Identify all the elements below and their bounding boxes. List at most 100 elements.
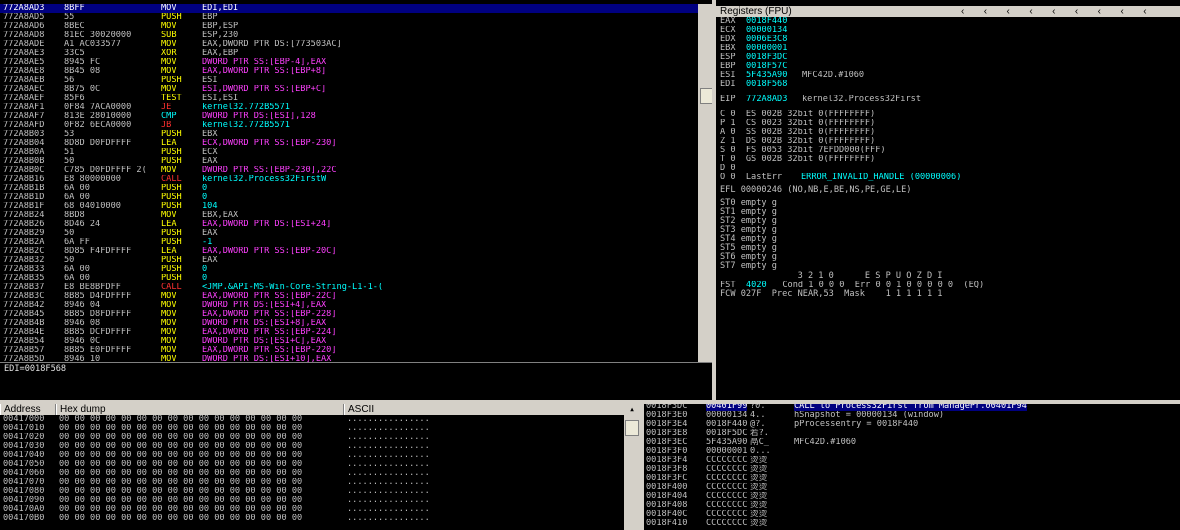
fcw-row[interactable]: FCW 027F Prec NEAR,53 Mask 1 1 1 1 1 1 xyxy=(720,290,1180,299)
disasm-row[interactable]: 772A8B2C 8D85 F4FDFFFF LEA EAX,DWORD PTR SS… xyxy=(0,247,698,256)
disasm-row[interactable]: 772A8AEB 56 PUSH ESI xyxy=(0,76,698,85)
disasm-row[interactable]: 772A8ADE A1 AC033577 MOV EAX,DWORD PTR DS:[… xyxy=(0,40,698,49)
dump-scroll-up-icon[interactable]: ▲ xyxy=(624,406,640,414)
flag-row[interactable]: T 0 GS 002B 32bit 0(FFFFFFFF) xyxy=(720,155,1180,164)
fpu-stack-row[interactable]: ST2 empty g xyxy=(720,217,1180,226)
disasm-row[interactable]: 772A8B04 8D8D D0FDFFFF LEA ECX,DWORD PTR SS… xyxy=(0,139,698,148)
disasm-row[interactable]: 772A8B3C 8B85 D4FDFFFF MOV EAX,DWORD PTR SS… xyxy=(0,292,698,301)
dump-row[interactable]: 00417030 00 00 00 00 00 00 00 00 00 00 00… xyxy=(0,442,624,451)
stack-row[interactable]: 0018F3E4 0018F440 @?. pProcessentry = 0018F… xyxy=(644,420,1180,429)
flag-row[interactable]: O 0 LastErr ERROR_INVALID_HANDLE (000000… xyxy=(720,173,1180,182)
disasm-row[interactable]: 772A8AD3 8BFF MOV EDI,EDI xyxy=(0,4,698,13)
disasm-row[interactable]: 772A8B16 E8 80000000 CALL kernel32.Process3… xyxy=(0,175,698,184)
disasm-row[interactable]: 772A8B29 50 PUSH EAX xyxy=(0,229,698,238)
dump-scrollbar[interactable]: ▲ xyxy=(624,404,640,530)
stack-row[interactable]: 0018F400 CCCCCCCC 烫烫 xyxy=(644,483,1180,492)
stack-row[interactable]: 0018F3FC CCCCCCCC 烫烫 xyxy=(644,474,1180,483)
stack-row[interactable]: 0018F40C CCCCCCCC 烫烫 xyxy=(644,510,1180,519)
disasm-row[interactable]: 772A8B1D 6A 00 PUSH 0 xyxy=(0,193,698,202)
flag-row[interactable]: S 0 FS 0053 32bit 7EFDD000(FFF) xyxy=(720,146,1180,155)
disasm-row[interactable]: 772A8AD5 55 PUSH EBP xyxy=(0,13,698,22)
disasm-row[interactable]: 772A8B2A 6A FF PUSH -1 xyxy=(0,238,698,247)
disasm-row[interactable]: 772A8B1F 68 04010000 PUSH 104 xyxy=(0,202,698,211)
register-row[interactable]: ESP 0018F3DC xyxy=(720,53,1180,62)
disasm-row[interactable]: 772A8B35 6A 00 PUSH 0 xyxy=(0,274,698,283)
disasm-row[interactable]: 772A8B57 8B85 E0FDFFFF MOV EAX,DWORD PTR SS… xyxy=(0,346,698,355)
disasm-row[interactable]: 772A8B0A 51 PUSH ECX xyxy=(0,148,698,157)
fpu-stack-row[interactable]: ST7 empty g xyxy=(720,262,1180,271)
disasm-row[interactable]: 772A8B37 E8 BE8BFDFF CALL <JMP.&API-MS-Win-… xyxy=(0,283,698,292)
fpu-stack-row[interactable]: ST0 empty g xyxy=(720,199,1180,208)
stack-row[interactable]: 0018F3EC 5F435A90 鬲C_ MFC42D.#1060 xyxy=(644,438,1180,447)
disasm-row[interactable]: 772A8AEF 85F6 TEST ESI,ESI xyxy=(0,94,698,103)
disasm-row[interactable]: 772A8AE3 33C5 XOR EAX,EBP xyxy=(0,49,698,58)
horizontal-splitter[interactable] xyxy=(0,400,1180,404)
efl-row[interactable]: EFL 00000246 (NO,NB,E,BE,NS,PE,GE,LE) xyxy=(720,186,1180,195)
disasm-row[interactable]: 772A8B03 53 PUSH EBX xyxy=(0,130,698,139)
dump-row[interactable]: 00417060 00 00 00 00 00 00 00 00 00 00 00… xyxy=(0,469,624,478)
disasm-row[interactable]: 772A8B24 8BD8 MOV EBX,EAX xyxy=(0,211,698,220)
dump-scroll-thumb[interactable] xyxy=(625,420,639,436)
fpu-stack-row[interactable]: ST3 empty g xyxy=(720,226,1180,235)
dump-pane[interactable]: 00417000 00 00 00 00 00 00 00 00 00 00 00… xyxy=(0,415,624,530)
dump-row[interactable]: 00417050 00 00 00 00 00 00 00 00 00 00 00… xyxy=(0,460,624,469)
flag-row[interactable]: P 1 CS 0023 32bit 0(FFFFFFFF) xyxy=(720,119,1180,128)
dump-row[interactable]: 00417090 00 00 00 00 00 00 00 00 00 00 00… xyxy=(0,496,624,505)
flag-row[interactable]: D 0 xyxy=(720,164,1180,173)
dump-col-address[interactable]: Address xyxy=(0,404,56,415)
dump-row[interactable]: 004170A0 00 00 00 00 00 00 00 00 00 00 00… xyxy=(0,505,624,514)
registers-header[interactable]: Registers (FPU) ‹ ‹ ‹ ‹ ‹ ‹ ‹ ‹ ‹ xyxy=(716,6,1180,17)
disasm-row[interactable]: 772A8AD6 8BEC MOV EBP,ESP xyxy=(0,22,698,31)
registers-list[interactable]: EAX 0018F440 ECX 00000134 EDX 0006E3C8 EBX 0000… xyxy=(720,17,1180,400)
disassembly-pane[interactable]: 772A8AD3 8BFF MOV EDI,EDI 772A8AD5 55 PUSH EBP 7… xyxy=(0,4,698,362)
bottom-splitter[interactable] xyxy=(640,400,644,530)
stack-row[interactable]: 0018F3E0 00000134 4.. hSnapshot = 00000134 … xyxy=(644,411,1180,420)
register-row[interactable]: EBX 00000001 xyxy=(720,44,1180,53)
register-row[interactable]: ESI 5F435A90 MFC42D.#1060 xyxy=(720,71,1180,80)
register-row[interactable]: EDI 0018F568 xyxy=(720,80,1180,89)
disasm-row[interactable]: 772A8B5D 8946 10 MOV DWORD PTR DS:[ESI+10],… xyxy=(0,355,698,362)
disasm-row[interactable]: 772A8B0C C785 D0FDFFFF 2(MOV DWORD PTR SS:… xyxy=(0,166,698,175)
stack-row[interactable]: 0018F408 CCCCCCCC 烫烫 xyxy=(644,501,1180,510)
dump-row[interactable]: 004170B0 00 00 00 00 00 00 00 00 00 00 00… xyxy=(0,514,624,523)
dump-row[interactable]: 00417020 00 00 00 00 00 00 00 00 00 00 00… xyxy=(0,433,624,442)
dump-row[interactable]: 00417040 00 00 00 00 00 00 00 00 00 00 00… xyxy=(0,451,624,460)
disasm-row[interactable]: 772A8AD8 81EC 30020000 SUB ESP,230 xyxy=(0,31,698,40)
stack-row[interactable]: 0018F3E8 0018F5DC 若?. xyxy=(644,429,1180,438)
disasm-row[interactable]: 772A8B4E 8B85 DCFDFFFF MOV EAX,DWORD PTR SS… xyxy=(0,328,698,337)
registers-pane[interactable]: EAX 0018F440 ECX 00000134 EDX 0006E3C8 EBX 0000… xyxy=(716,17,1180,400)
disasm-row[interactable]: 772A8AEC 8B75 0C MOV ESI,DWORD PTR SS:[EBP+… xyxy=(0,85,698,94)
fpu-stack-row[interactable]: ST5 empty g xyxy=(720,244,1180,253)
dump-list[interactable]: 00417000 00 00 00 00 00 00 00 00 00 00 00… xyxy=(0,415,624,530)
stack-row[interactable]: 0018F3F8 CCCCCCCC 烫烫 xyxy=(644,465,1180,474)
disasm-row[interactable]: 772A8B26 8D46 24 LEA EAX,DWORD PTR DS:[ESI+… xyxy=(0,220,698,229)
flag-row[interactable]: C 0 ES 002B 32bit 0(FFFFFFFF) xyxy=(720,110,1180,119)
disasm-row[interactable]: 772A8AE5 8945 FC MOV DWORD PTR SS:[EBP-4],E… xyxy=(0,58,698,67)
stack-list[interactable]: 0018F3DC 00401F99 ?0. CALL to Process32Firs… xyxy=(644,402,1180,530)
register-row[interactable]: ECX 00000134 xyxy=(720,26,1180,35)
disasm-row[interactable]: 772A8B54 8946 0C MOV DWORD PTR DS:[ESI+C],E… xyxy=(0,337,698,346)
stack-row[interactable]: 0018F3F0 00000001 0... xyxy=(644,447,1180,456)
fpu-stack-row[interactable]: ST4 empty g xyxy=(720,235,1180,244)
disasm-row[interactable]: 772A8AE8 8B45 08 MOV EAX,DWORD PTR SS:[EBP+… xyxy=(0,67,698,76)
disasm-row[interactable]: 772A8B4B 8946 08 MOV DWORD PTR DS:[ESI+8],E… xyxy=(0,319,698,328)
disasm-row[interactable]: 772A8B42 8946 04 MOV DWORD PTR DS:[ESI+4],E… xyxy=(0,301,698,310)
register-row[interactable]: EAX 0018F440 xyxy=(720,17,1180,26)
disasm-row[interactable]: 772A8B1B 6A 00 PUSH 0 xyxy=(0,184,698,193)
disasm-row[interactable]: 772A8B0B 50 PUSH EAX xyxy=(0,157,698,166)
register-row[interactable]: EBP 0018F57C xyxy=(720,62,1180,71)
stack-row[interactable]: 0018F410 CCCCCCCC 烫烫 xyxy=(644,519,1180,528)
dump-row[interactable]: 00417000 00 00 00 00 00 00 00 00 00 00 00… xyxy=(0,415,624,424)
stack-pane[interactable]: 0018F3DC 00401F99 ?0. CALL to Process32Firs… xyxy=(644,402,1180,530)
flag-row[interactable]: Z 1 DS 002B 32bit 0(FFFFFFFF) xyxy=(720,137,1180,146)
register-row[interactable]: EDX 0006E3C8 xyxy=(720,35,1180,44)
dump-col-ascii[interactable]: ASCII xyxy=(344,404,626,415)
fpu-stack-row[interactable]: ST1 empty g xyxy=(720,208,1180,217)
disasm-row[interactable]: 772A8B45 8B85 D8FDFFFF MOV EAX,DWORD PTR SS… xyxy=(0,310,698,319)
stack-row[interactable]: 0018F3F4 CCCCCCCC 烫烫 xyxy=(644,456,1180,465)
disasm-row[interactable]: 772A8AFD 0F82 6ECA0000 JB kernel32.772B5571 xyxy=(0,121,698,130)
disasm-row[interactable]: 772A8B33 6A 00 PUSH 0 xyxy=(0,265,698,274)
disasm-row[interactable]: 772A8AF1 0F84 7ACA0000 JE kernel32.772B5571 xyxy=(0,103,698,112)
disassembly-list[interactable]: 772A8AD3 8BFF MOV EDI,EDI 772A8AD5 55 PUSH EBP 7… xyxy=(0,4,698,362)
flag-row[interactable]: A 0 SS 002B 32bit 0(FFFFFFFF) xyxy=(720,128,1180,137)
